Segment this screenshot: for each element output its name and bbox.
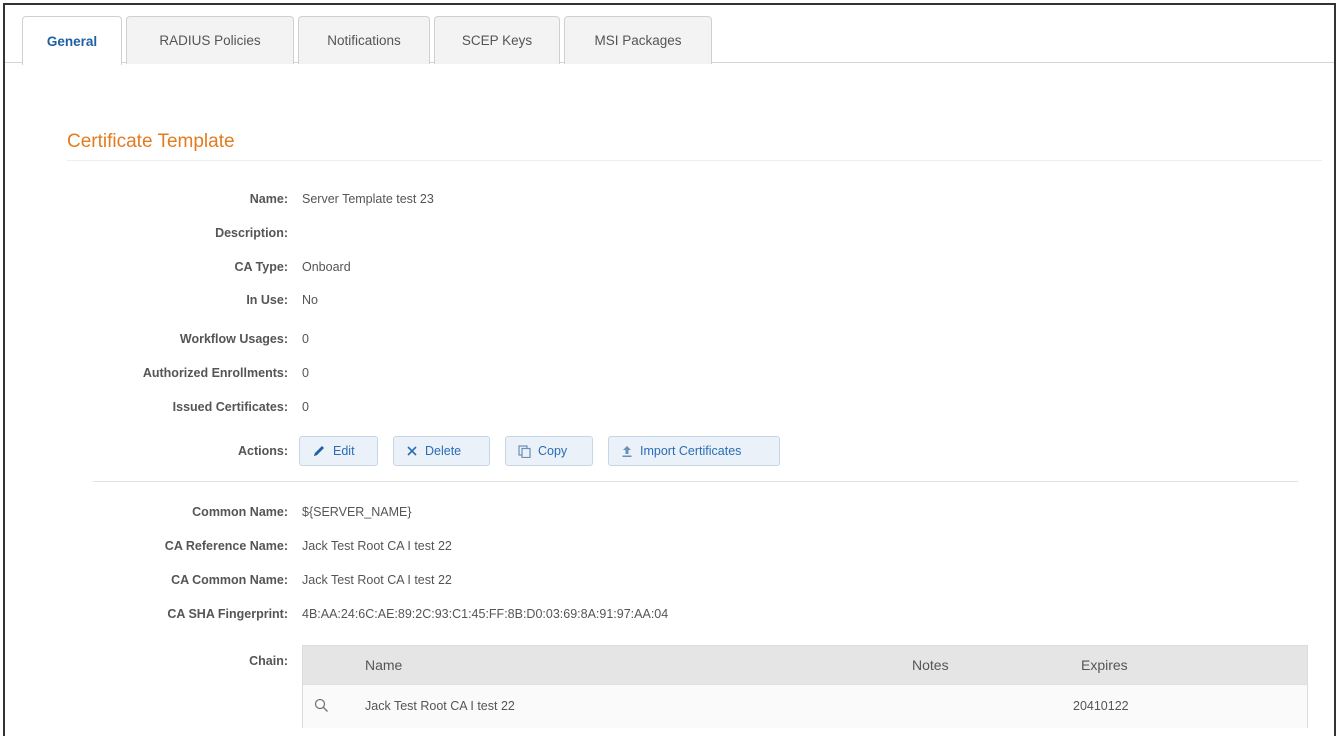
field-issued-certificates: Issued Certificates: 0 [5,397,1334,417]
tab-radius-policies[interactable]: RADIUS Policies [126,16,294,64]
field-value: 0 [302,366,309,380]
field-label: Chain: [249,654,288,668]
tab-general[interactable]: General [22,16,122,65]
field-value: Jack Test Root CA I test 22 [302,539,452,553]
field-ca-sha-fingerprint: CA SHA Fingerprint: 4B:AA:24:6C:AE:89:2C… [5,604,1334,624]
tab-bar: General RADIUS Policies Notifications SC… [5,5,1334,65]
field-label: Authorized Enrollments: [142,366,288,380]
field-label: Common Name: [192,505,288,519]
section-title: Certificate Template [67,131,235,152]
import-certificates-button[interactable]: Import Certificates [608,436,780,466]
copy-button[interactable]: Copy [505,436,593,466]
section-divider [93,481,1298,482]
field-description: Description: [5,223,1334,243]
field-in-use: In Use: No [5,290,1334,310]
field-authorized-enrollments: Authorized Enrollments: 0 [5,363,1334,383]
import-certificates-button-label: Import Certificates [640,444,742,458]
table-row[interactable]: Jack Test Root CA I test 22 20410122 [303,684,1307,728]
field-common-name: Common Name: ${SERVER_NAME} [5,502,1334,522]
field-label: Description: [215,226,288,240]
field-label: In Use: [246,293,288,307]
x-icon [407,446,417,456]
copy-button-label: Copy [538,444,568,458]
field-value: No [302,293,318,307]
chain-table-header: Name Notes Expires [303,646,1307,684]
chain-cell-name: Jack Test Root CA I test 22 [365,699,515,713]
upload-icon [622,445,632,457]
tab-notifications[interactable]: Notifications [298,16,430,64]
field-label: Name: [249,192,288,206]
field-value: Jack Test Root CA I test 22 [302,573,452,587]
field-value: 0 [302,332,309,346]
tab-scep-keys[interactable]: SCEP Keys [434,16,560,64]
app-frame: General RADIUS Policies Notifications SC… [3,3,1336,736]
field-label: Issued Certificates: [172,400,288,414]
chain-table: Name Notes Expires Jack Test Root CA I t… [302,645,1308,728]
field-name: Name: Server Template test 23 [5,189,1334,209]
column-header-expires[interactable]: Expires [1081,657,1128,673]
edit-button[interactable]: Edit [299,436,378,466]
pencil-icon [314,446,324,456]
field-label: Actions: [238,444,288,458]
field-label: CA Reference Name: [164,539,288,553]
field-workflow-usages: Workflow Usages: 0 [5,329,1334,349]
field-value: ${SERVER_NAME} [302,505,412,519]
chain-cell-expires: 20410122 [1073,699,1129,713]
field-label: Workflow Usages: [179,332,288,346]
delete-button[interactable]: Delete [393,436,490,466]
column-header-name[interactable]: Name [365,657,402,673]
copy-icon [518,444,531,458]
field-value: 4B:AA:24:6C:AE:89:2C:93:C1:45:FF:8B:D0:0… [302,607,669,621]
delete-button-label: Delete [425,444,462,458]
tab-msi-packages[interactable]: MSI Packages [564,16,712,64]
title-divider [67,160,1322,161]
edit-button-label: Edit [333,444,355,458]
field-value: Onboard [302,260,351,274]
field-label: CA SHA Fingerprint: [167,607,288,621]
magnifier-icon[interactable] [314,698,329,713]
field-ca-common-name: CA Common Name: Jack Test Root CA I test… [5,570,1334,590]
field-ca-type: CA Type: Onboard [5,257,1334,277]
field-label: CA Common Name: [171,573,288,587]
column-header-notes[interactable]: Notes [912,657,949,673]
field-value: 0 [302,400,309,414]
field-value: Server Template test 23 [302,192,434,206]
field-ca-reference-name: CA Reference Name: Jack Test Root CA I t… [5,536,1334,556]
field-label: CA Type: [234,260,288,274]
